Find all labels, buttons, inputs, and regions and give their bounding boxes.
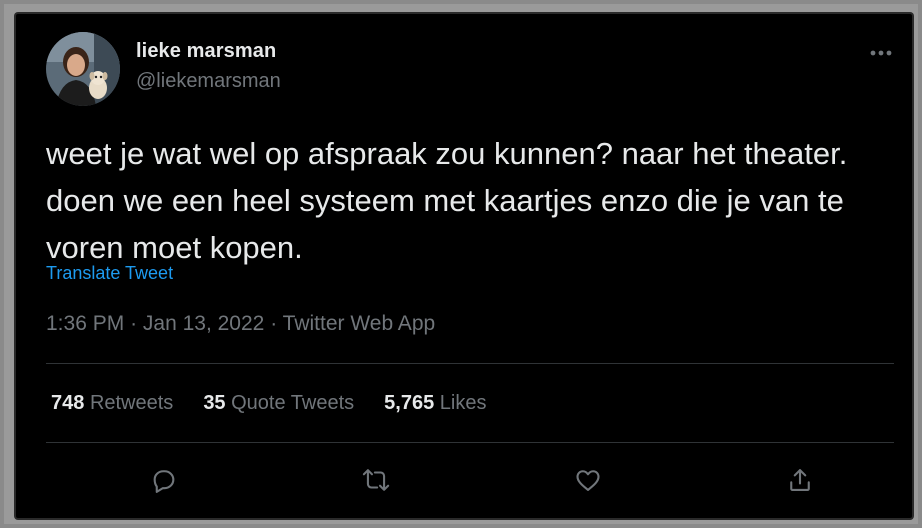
retweets-count: 748 — [51, 392, 85, 414]
tweet-stats: 748 Retweets 35 Quote Tweets 5,765 Likes — [51, 392, 487, 415]
translate-tweet-link[interactable]: Translate Tweet — [46, 263, 173, 284]
quote-tweets-stat[interactable]: 35 Quote Tweets — [203, 392, 354, 415]
more-options-button[interactable] — [866, 38, 896, 68]
retweets-label: Retweets — [89, 392, 174, 414]
reply-icon — [153, 470, 175, 493]
tweet-date[interactable]: Jan 13, 2022 — [143, 312, 264, 335]
share-icon — [790, 469, 810, 491]
meta-separator: · — [270, 312, 278, 335]
quote-tweets-count: 35 — [203, 392, 226, 414]
meta-separator: · — [130, 312, 138, 335]
more-horizontal-icon — [870, 50, 892, 56]
retweets-stat[interactable]: 748 Retweets — [51, 392, 173, 415]
author-display-name[interactable]: lieke marsman — [136, 40, 276, 63]
retweet-icon — [362, 469, 390, 491]
divider-bottom — [46, 442, 894, 443]
share-button[interactable] — [780, 460, 820, 500]
author-handle[interactable]: @liekemarsman — [136, 70, 281, 93]
reply-button[interactable] — [144, 460, 184, 500]
divider-top — [46, 363, 894, 364]
retweet-button[interactable] — [356, 460, 396, 500]
tweet-text: weet je wat wel op afspraak zou kunnen? … — [46, 136, 848, 265]
likes-stat[interactable]: 5,765 Likes — [384, 392, 486, 415]
tweet-actions — [46, 460, 894, 500]
heart-icon — [576, 470, 600, 491]
likes-label: Likes — [439, 392, 487, 414]
likes-count: 5,765 — [384, 392, 435, 414]
screenshot-frame: lieke marsman @liekemarsman weet je wat … — [4, 4, 918, 524]
tweet-metadata: 1:36 PM · Jan 13, 2022 · Twitter Web App — [46, 312, 435, 336]
tweet-source[interactable]: Twitter Web App — [283, 312, 436, 335]
avatar[interactable] — [46, 32, 120, 106]
tweet-time[interactable]: 1:36 PM — [46, 312, 124, 335]
quote-tweets-label: Quote Tweets — [231, 392, 355, 414]
like-button[interactable] — [568, 460, 608, 500]
tweet-card: lieke marsman @liekemarsman weet je wat … — [16, 14, 912, 518]
avatar-image — [46, 32, 120, 106]
